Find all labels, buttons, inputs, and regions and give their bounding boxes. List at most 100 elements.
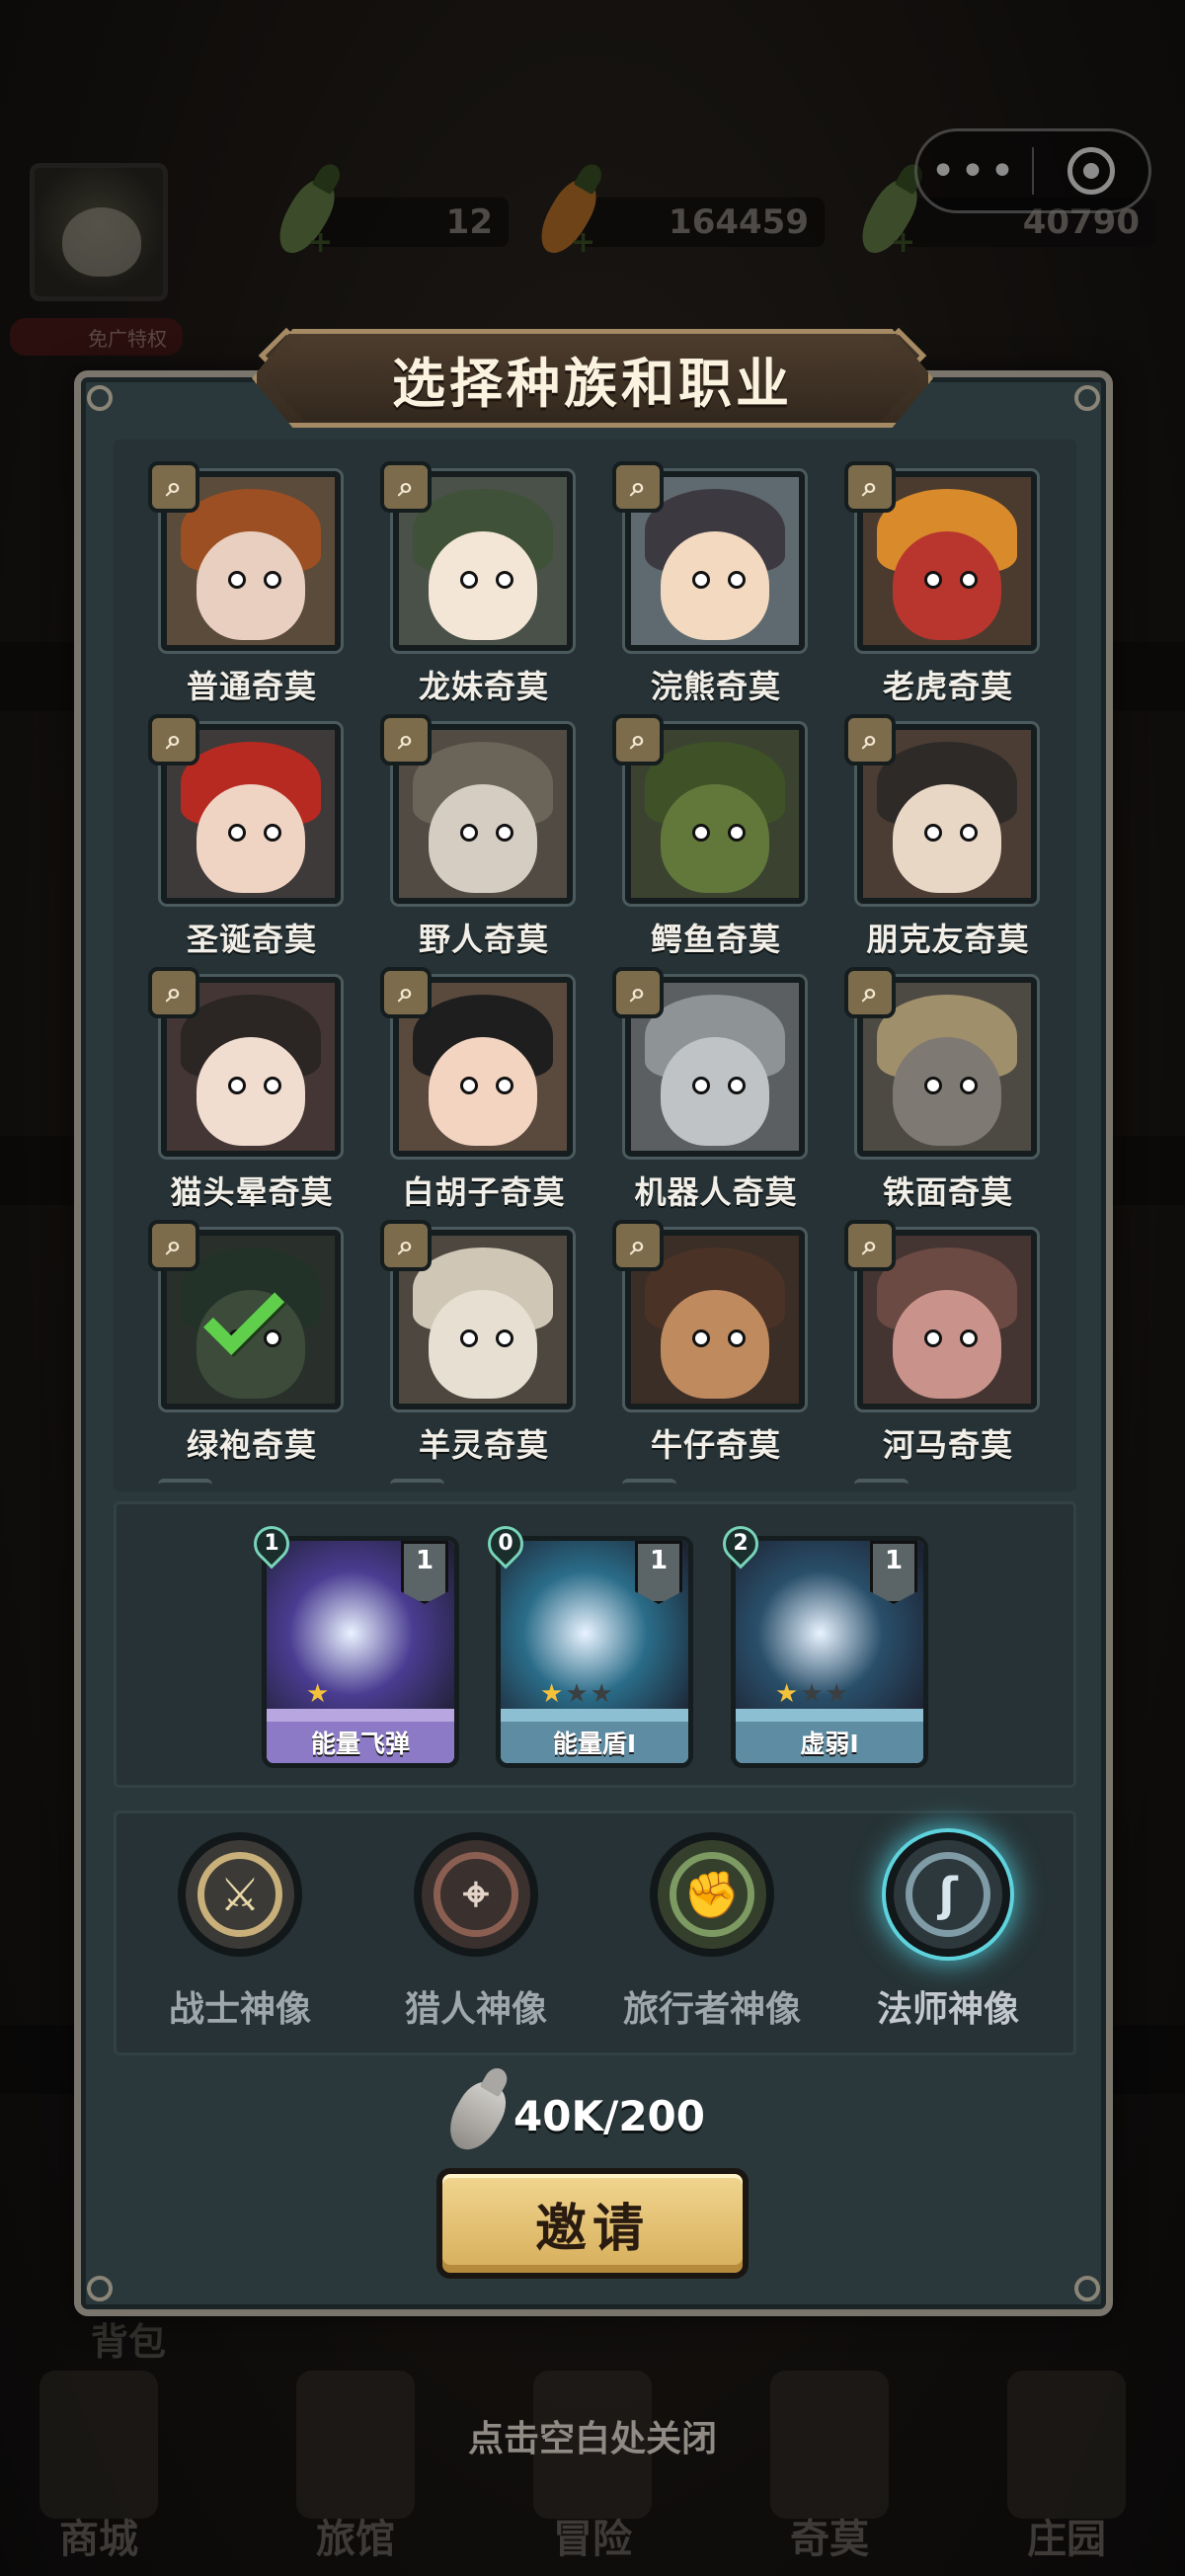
class-orb-ring: ʃ [906,1852,990,1937]
race-option[interactable]: ⌕ 浣熊奇莫 [612,461,810,708]
race-option[interactable]: ⌕ 鳄鱼奇莫 [612,714,810,961]
magnifier-icon[interactable]: ⌕ [148,714,199,765]
race-name: 龙妹奇莫 [418,668,549,705]
race-name: 猫头晕奇莫 [170,1173,334,1211]
class-option[interactable]: ✊ 旅行者神像 [598,1832,826,2045]
race-option[interactable]: ⌕ 猫头晕奇莫 [148,967,346,1214]
magnifier-icon[interactable]: ⌕ [612,1220,664,1271]
magnifier-icon[interactable]: ⌕ [148,967,199,1018]
class-orb-ring: ✊ [670,1852,754,1937]
race-eye [924,571,942,589]
race-eye [460,1329,478,1347]
race-face [197,784,305,893]
class-option[interactable]: ʃ 法师神像 [834,1832,1062,2045]
race-option[interactable]: ⌕ 老虎奇莫 [844,461,1042,708]
race-option[interactable]: ⌕ 绿袍奇莫 [148,1220,346,1467]
race-option[interactable]: ⌕ 牛仔奇莫 [612,1220,810,1467]
star-rating: ★★★ [775,1679,850,1709]
class-name: 法师神像 [876,1989,1019,2030]
race-eye [924,824,942,842]
race-name: 羊灵奇莫 [418,1426,549,1464]
skill-level-badge: 1 [401,1541,448,1604]
fist-icon: ✊ [683,1867,741,1921]
close-hint[interactable]: 点击空白处关闭 [0,2410,1185,2461]
sword-icon: ⚔ [219,1868,261,1921]
race-option[interactable]: ⌕ 羊灵奇莫 [380,1220,578,1467]
race-option[interactable]: ⌕ 河马奇莫 [844,1220,1042,1467]
race-eye [728,571,746,589]
race-face [197,531,305,640]
race-eye [692,1077,710,1094]
next-row-peek [854,1479,908,1492]
race-eye [264,571,281,589]
energy-cost: 0 [498,1531,514,1556]
race-eye [496,571,514,589]
skill-card[interactable]: ★ 1 能量飞弹 [262,1536,459,1768]
class-orb: ʃ [886,1832,1010,1957]
race-eye [960,1329,978,1347]
race-eye [692,824,710,842]
race-option[interactable]: ⌕ 白胡子奇莫 [380,967,578,1214]
class-name: 战士神像 [168,1989,311,2030]
class-orb: ✊ [650,1832,774,1957]
next-row-peek [158,1479,212,1492]
race-eye [692,571,710,589]
skill-card[interactable]: ★★★ 1 能量盾I [496,1536,693,1768]
magnifier-icon[interactable]: ⌕ [612,967,664,1018]
race-option[interactable]: ⌕ 野人奇莫 [380,714,578,961]
race-face [429,531,537,640]
race-eye [924,1077,942,1094]
next-row-peek [390,1479,444,1492]
magnifier-icon[interactable]: ⌕ [380,461,432,513]
race-eye [228,1077,246,1094]
race-face [661,531,769,640]
magnifier-icon[interactable]: ⌕ [612,714,664,765]
magnifier-icon[interactable]: ⌕ [844,1220,896,1271]
corner-ornament [87,385,113,411]
race-eye [960,1077,978,1094]
magnifier-icon[interactable]: ⌕ [612,461,664,513]
race-eye [960,571,978,589]
race-eye [728,824,746,842]
skill-level-badge: 1 [870,1541,917,1604]
race-face [661,1037,769,1146]
race-name: 普通奇莫 [186,668,317,705]
race-face [429,1037,537,1146]
magnifier-icon[interactable]: ⌕ [380,967,432,1018]
race-face [893,784,1001,893]
magnifier-icon[interactable]: ⌕ [380,714,432,765]
race-name: 鳄鱼奇莫 [650,921,781,958]
race-name: 浣熊奇莫 [650,668,781,705]
class-option[interactable]: ⚔ 战士神像 [126,1832,354,2045]
race-eye [496,1077,514,1094]
race-eye [496,824,514,842]
skill-card[interactable]: ★★★ 1 虚弱I [731,1536,928,1768]
race-option[interactable]: ⌕ 朋克友奇莫 [844,714,1042,961]
magnifier-icon[interactable]: ⌕ [148,461,199,513]
race-option[interactable]: ⌕ 圣诞奇莫 [148,714,346,961]
race-option[interactable]: ⌕ 龙妹奇莫 [380,461,578,708]
race-eye [960,824,978,842]
magnifier-icon[interactable]: ⌕ [844,461,896,513]
race-eye [460,571,478,589]
energy-cost: 2 [733,1531,749,1556]
race-option[interactable]: ⌕ 普通奇莫 [148,461,346,708]
magnifier-icon[interactable]: ⌕ [380,1220,432,1271]
magnifier-icon[interactable]: ⌕ [844,714,896,765]
class-orb: ⚔ [178,1832,302,1957]
race-eye [460,824,478,842]
race-eye [692,1329,710,1347]
race-name: 铁面奇莫 [882,1173,1013,1211]
race-eye [728,1077,746,1094]
magnifier-icon[interactable]: ⌕ [844,967,896,1018]
race-eye [496,1329,514,1347]
race-option[interactable]: ⌕ 机器人奇莫 [612,967,810,1214]
class-option[interactable]: ⌖ 猎人神像 [362,1832,590,2045]
modal-title: 选择种族和职业 [392,352,793,415]
race-option[interactable]: ⌕ 铁面奇莫 [844,967,1042,1214]
race-face [429,784,537,893]
invite-button[interactable]: 邀请 [436,2168,749,2279]
magnifier-icon[interactable]: ⌕ [148,1220,199,1271]
class-orb-ring: ⚔ [198,1852,282,1937]
race-face [893,1037,1001,1146]
